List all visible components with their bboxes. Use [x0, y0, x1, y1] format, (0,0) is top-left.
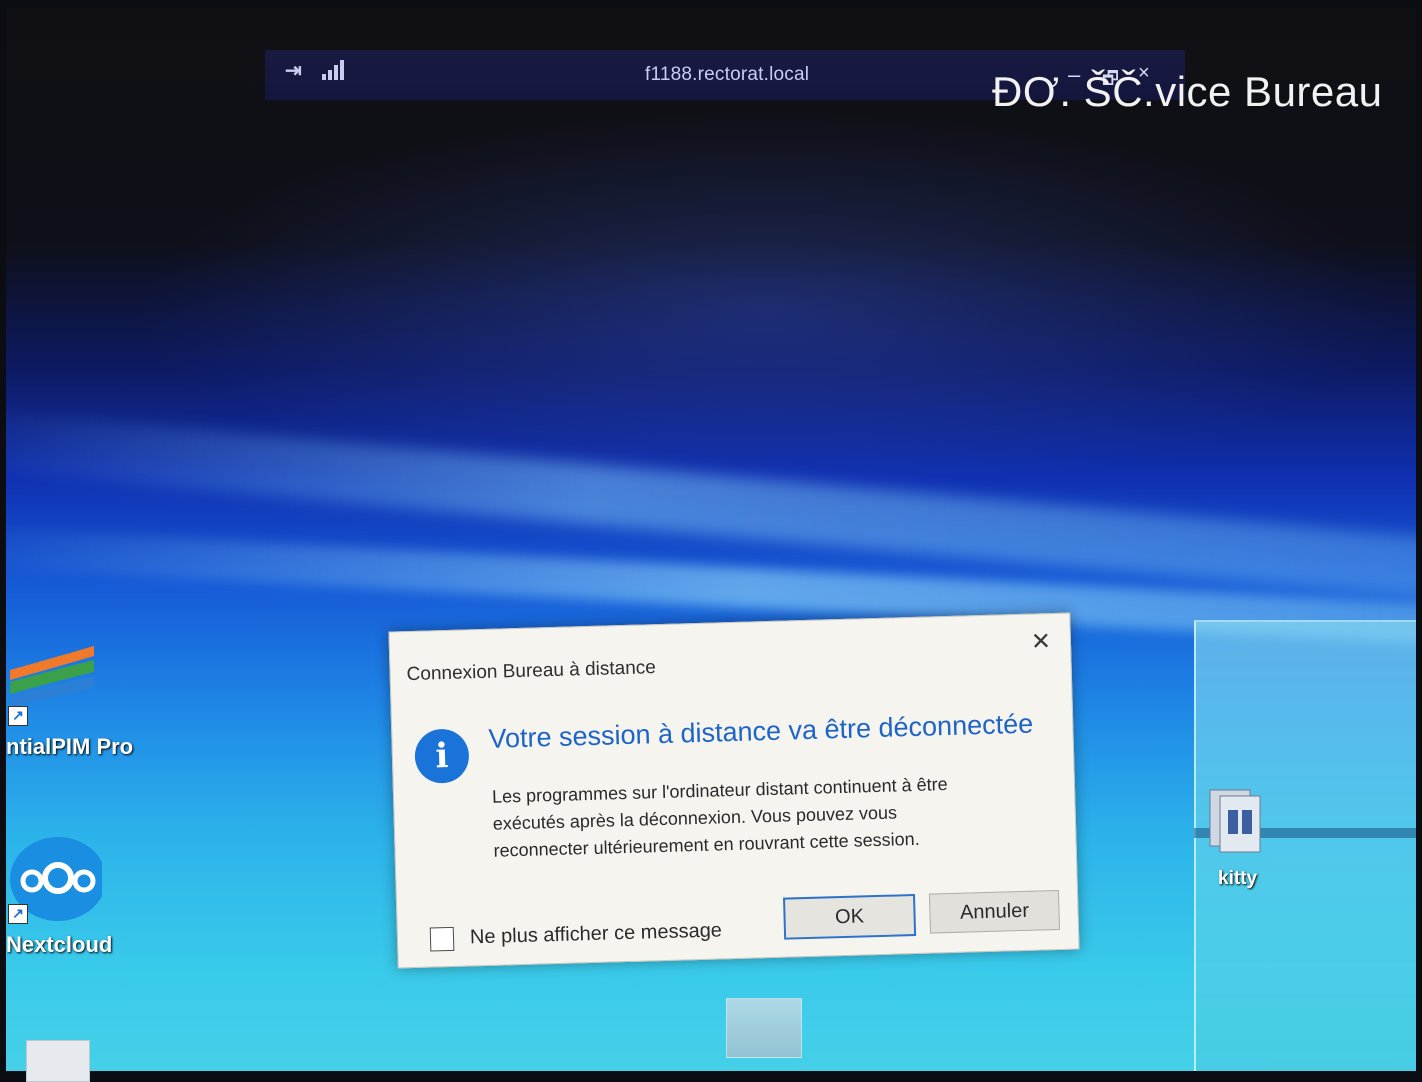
cancel-button[interactable]: Annuler [928, 889, 1061, 934]
desktop-icon-label[interactable]: ntialPIM Pro [6, 734, 133, 760]
dont-show-again-label[interactable]: Ne plus afficher ce message [470, 919, 723, 949]
dialog-title: Connexion Bureau à distance [406, 657, 657, 686]
kitty-icon[interactable] [1206, 784, 1266, 854]
dialog-message: Les programmes sur l'ordinateur distant … [492, 768, 1044, 864]
dialog-heading: Votre session à distance va être déconne… [488, 708, 1034, 754]
close-icon[interactable]: ✕ [1027, 628, 1056, 657]
signal-bars-icon [322, 60, 344, 80]
dont-show-again-checkbox[interactable] [429, 926, 455, 952]
shortcut-arrow-icon: ↗ [8, 706, 28, 726]
desktop-icon-label[interactable]: Nextcloud [6, 932, 112, 958]
disconnect-dialog: Connexion Bureau à distance ✕ i Votre se… [388, 612, 1080, 969]
pin-icon[interactable]: ⇥ [285, 58, 302, 83]
ok-button[interactable]: OK [783, 893, 917, 940]
app-icon[interactable] [726, 998, 802, 1058]
essentialpim-icon[interactable] [6, 640, 98, 710]
info-icon: i [414, 728, 470, 784]
desktop-icon-label[interactable]: kitty [1218, 868, 1257, 890]
document-icon[interactable] [26, 1040, 90, 1082]
remote-host-name: f1188.rectorat.local [645, 64, 810, 85]
background-window-title: ĐƠ. ŠČ.vice Bureau [992, 68, 1383, 115]
shortcut-arrow-icon: ↗ [8, 904, 28, 924]
